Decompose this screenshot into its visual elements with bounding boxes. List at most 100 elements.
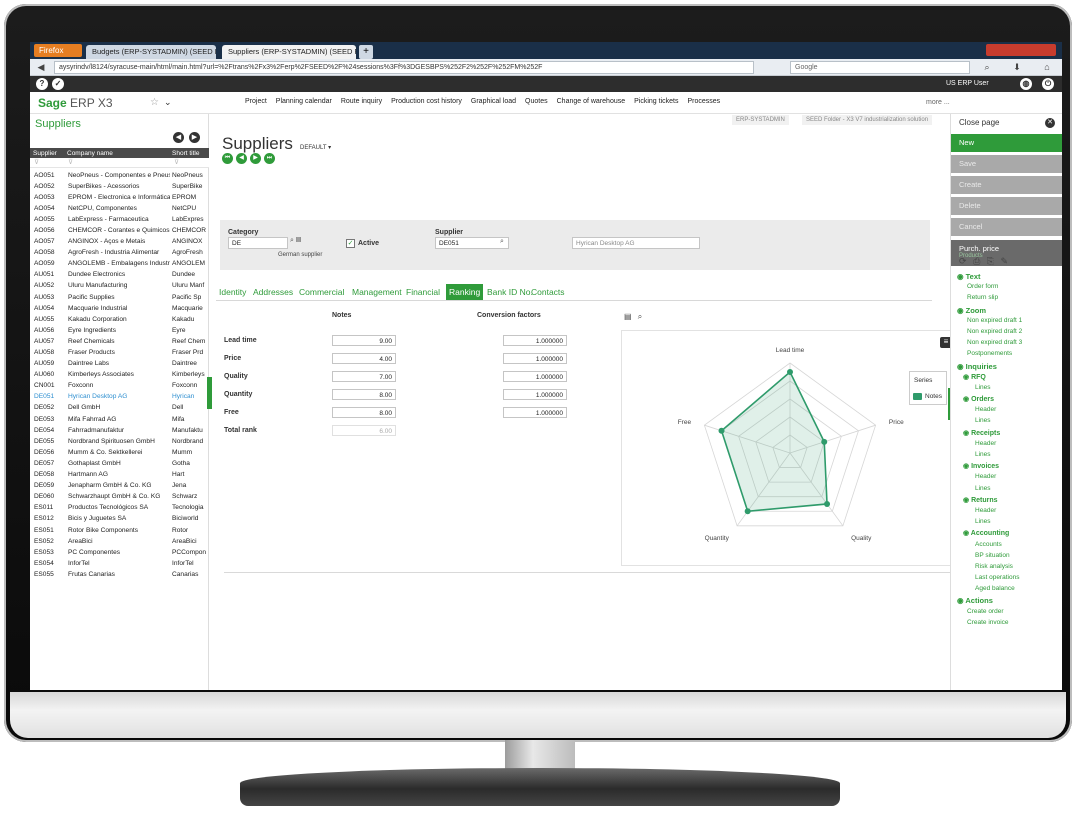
window-controls[interactable]	[986, 44, 1056, 56]
panel-link[interactable]: Header	[957, 473, 1061, 484]
expand-icon[interactable]: ◉	[957, 362, 966, 371]
browser-tab-suppliers[interactable]: Suppliers (ERP-SYSTADMIN) (SEED Fo...	[222, 45, 356, 59]
save-button[interactable]: Save	[951, 155, 1062, 173]
note-field[interactable]: 9.00	[332, 335, 396, 346]
table-row[interactable]: AO058 AgroFresh - Industria Alimentar Agro…	[30, 248, 209, 259]
attachment-icon[interactable]: ⎘	[987, 256, 994, 266]
firefox-menu-button[interactable]: Firefox	[34, 44, 82, 57]
table-row[interactable]: ES051 Rotor Bike Components Rotor	[30, 525, 209, 536]
panel-link[interactable]: ◉ Returns	[957, 496, 1061, 507]
expand-icon[interactable]: ◉	[963, 374, 971, 381]
menu-item[interactable]: Planning calendar	[276, 98, 332, 105]
expand-icon[interactable]: ◉	[963, 497, 971, 504]
table-row[interactable]: AU051 Dundee Electronics Dundee	[30, 270, 209, 281]
lookup-icon[interactable]: ⌕ ▤	[290, 237, 301, 245]
table-row[interactable]: DE060 Schwarzhaupt GmbH & Co. KG Schwarz	[30, 492, 209, 503]
comment-icon[interactable]: ✎	[1001, 256, 1009, 266]
col-supplier[interactable]: Supplier	[33, 150, 57, 157]
table-view-icon[interactable]: ▤	[624, 312, 632, 321]
search-icon[interactable]: ⌕	[980, 61, 994, 74]
filter-icon[interactable]: ⊽	[68, 158, 73, 166]
expand-icon[interactable]: ◉	[957, 272, 966, 281]
table-row[interactable]: AO056 CHEMCOR - Corantes e Quimicos CHEMCO…	[30, 225, 209, 236]
table-row[interactable]: ES052 AreaBici AreaBici	[30, 536, 209, 547]
user-label[interactable]: US ERP User	[946, 80, 989, 87]
panel-link[interactable]: ◉ Invoices	[957, 462, 1061, 473]
radar-point-price[interactable]	[821, 438, 828, 445]
table-row[interactable]: DE057 Gothaplast GmbH Gotha	[30, 458, 209, 469]
menu-item[interactable]: Project	[245, 98, 267, 105]
table-row[interactable]: CN001 Foxconn Foxconn	[30, 381, 209, 392]
supplier-field[interactable]: DE051	[435, 237, 509, 249]
legend-swatch[interactable]	[913, 393, 922, 400]
panel-link[interactable]: Return slip	[957, 294, 1061, 305]
table-row[interactable]: DE058 Hartmann AG Hart	[30, 470, 209, 481]
table-row[interactable]: AO059 ANGOLEMB - Embalagens Industriais AN…	[30, 259, 209, 270]
new-button[interactable]: New	[951, 134, 1062, 152]
panel-link[interactable]: Last operations	[957, 574, 1061, 585]
table-row[interactable]: AU060 Kimberleys Associates Kimberleys	[30, 370, 209, 381]
star-icon[interactable]: ☆	[150, 97, 159, 108]
table-row[interactable]: DE055 Nordbrand Spirituosen GmbH Nordbrand	[30, 436, 209, 447]
chevron-down-icon[interactable]: ⌄	[164, 97, 172, 108]
panel-link[interactable]: BP situation	[957, 552, 1061, 563]
table-row[interactable]: AO057 ANGINOX - Aços e Metais ANGINOX	[30, 237, 209, 248]
note-field[interactable]: 8.00	[332, 407, 396, 418]
panel-link[interactable]: Risk analysis	[957, 563, 1061, 574]
panel-link[interactable]: Lines	[957, 417, 1061, 428]
first-record-icon[interactable]: ⏮	[222, 153, 233, 164]
table-row[interactable]: AO051 NeoPneus - Componentes e Pneus NeoPn…	[30, 170, 209, 181]
new-tab-button[interactable]: +	[359, 45, 373, 59]
table-row[interactable]: DE051 Hyrican Desktop AG Hyrican	[30, 392, 209, 403]
table-row[interactable]: DE053 Mifa Fahrrad AG Mifa	[30, 414, 209, 425]
panel-link[interactable]: Aged balance	[957, 585, 1061, 596]
active-checkbox[interactable]: ✓	[346, 239, 355, 248]
table-row[interactable]: ES055 Frutas Canarias Canarias	[30, 569, 209, 580]
radar-point-free[interactable]	[718, 427, 725, 434]
panel-link[interactable]: Lines	[957, 485, 1061, 496]
table-row[interactable]: AO055 LabExpress - Farmaceutica LabExpres	[30, 214, 209, 225]
panel-link[interactable]: Lines	[957, 384, 1061, 395]
radar-series-area[interactable]	[720, 370, 828, 513]
conversion-factor-field[interactable]: 1.000000	[503, 371, 567, 382]
col-company[interactable]: Company name	[67, 150, 113, 157]
previous-record-icon[interactable]: ◀	[236, 153, 247, 164]
menu-item[interactable]: Change of warehouse	[557, 98, 626, 105]
home-icon[interactable]: ⌂	[1040, 61, 1054, 74]
create-button[interactable]: Create	[951, 176, 1062, 194]
back-arrow-icon[interactable]: ◀	[34, 61, 48, 74]
note-field[interactable]: 8.00	[332, 389, 396, 400]
panel-link[interactable]: Non expired draft 1	[957, 317, 1061, 328]
last-record-icon[interactable]: ⏭	[264, 153, 275, 164]
menu-item[interactable]: Production cost history	[391, 98, 462, 105]
tab-identity[interactable]: Identity	[216, 284, 249, 300]
table-row[interactable]: DE059 Jenapharm GmbH & Co. KG Jena	[30, 481, 209, 492]
table-row[interactable]: AU052 Uluru Manufacturing Uluru Manf	[30, 281, 209, 292]
search-input[interactable]: Google	[790, 61, 970, 74]
panel-link[interactable]: Lines	[957, 518, 1061, 529]
table-row[interactable]: DE056 Mumm & Co. Sektkellerei Mumm	[30, 447, 209, 458]
url-input[interactable]: aysyrindv/l8124/syracuse-main/html/main.…	[54, 61, 754, 74]
refresh-icon[interactable]: ⟳	[959, 256, 967, 266]
table-row[interactable]: AU057 Reef Chemicals Reef Chem	[30, 336, 209, 347]
search-icon[interactable]: ⌕	[500, 238, 504, 246]
expand-icon[interactable]: ◉	[963, 430, 971, 437]
note-field[interactable]: 7.00	[332, 371, 396, 382]
table-row[interactable]: AO053 EPROM - Electronica e Informática EP…	[30, 192, 209, 203]
panel-link[interactable]: ◉ Orders	[957, 395, 1061, 406]
panel-link[interactable]: ◉ Zoom	[957, 306, 1061, 317]
table-row[interactable]: AU059 Daintree Labs Daintree	[30, 359, 209, 370]
download-icon[interactable]: ⬇	[1010, 61, 1024, 74]
note-field[interactable]: 4.00	[332, 353, 396, 364]
table-row[interactable]: AU056 Eyre Ingredients Eyre	[30, 325, 209, 336]
globe-icon[interactable]: ◍	[1020, 78, 1032, 90]
delete-button[interactable]: Delete	[951, 197, 1062, 215]
panel-link[interactable]: ◉ Actions	[957, 596, 1061, 607]
cancel-button[interactable]: Cancel	[951, 218, 1062, 236]
panel-link[interactable]: Header	[957, 440, 1061, 451]
table-row[interactable]: ES012 Bicis y Juguetes SA Biciworld	[30, 514, 209, 525]
expand-icon[interactable]: ◉	[963, 530, 971, 537]
tab-contacts[interactable]: Contacts	[528, 284, 568, 300]
tab-financial[interactable]: Financial	[403, 284, 443, 300]
check-icon[interactable]: ✓	[52, 78, 64, 90]
